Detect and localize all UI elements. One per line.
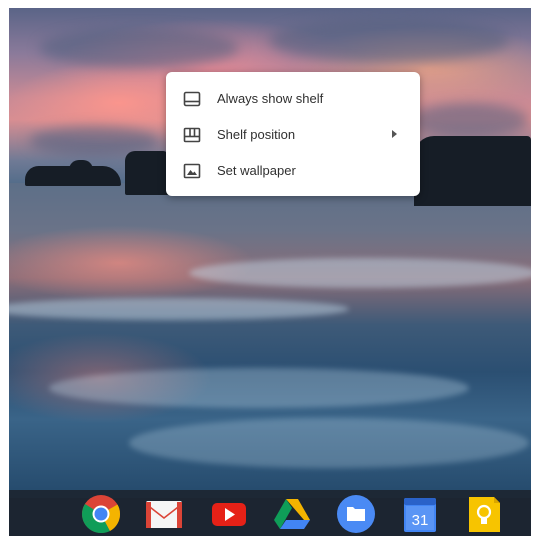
chrome-icon xyxy=(81,495,121,534)
wallpaper-rock xyxy=(414,136,531,206)
youtube-icon xyxy=(212,503,246,526)
wallpaper-wave xyxy=(49,368,469,408)
shelf-app-files[interactable] xyxy=(336,494,376,534)
keep-icon xyxy=(469,497,500,532)
wallpaper-icon xyxy=(183,163,201,179)
shelf-position-icon xyxy=(183,127,201,143)
shelf-app-youtube[interactable] xyxy=(209,494,249,534)
context-menu: Always show shelf Shelf position Set wal… xyxy=(166,72,420,196)
menu-item-shelf-position[interactable]: Shelf position xyxy=(166,117,420,153)
shelf-icon xyxy=(183,91,201,107)
wallpaper-cloud xyxy=(39,28,239,68)
shelf: 31 xyxy=(9,490,531,536)
drive-icon xyxy=(274,499,310,529)
wallpaper-wave xyxy=(129,418,529,468)
menu-item-label: Shelf position xyxy=(217,127,296,142)
shelf-app-calendar[interactable]: 31 xyxy=(400,494,440,534)
submenu-arrow-icon xyxy=(392,130,397,138)
menu-item-label: Always show shelf xyxy=(217,91,324,106)
shelf-app-chrome[interactable] xyxy=(81,494,121,534)
menu-item-always-show-shelf[interactable]: Always show shelf xyxy=(166,81,420,117)
gmail-icon xyxy=(146,501,182,528)
shelf-app-google-drive[interactable] xyxy=(272,494,312,534)
chromeos-desktop: Always show shelf Shelf position Set wal… xyxy=(9,8,531,536)
files-icon xyxy=(337,495,375,533)
menu-item-label: Set wallpaper xyxy=(217,163,296,178)
wallpaper-rock xyxy=(69,160,93,186)
wallpaper-cloud xyxy=(409,103,529,138)
wallpaper-rock xyxy=(125,151,169,195)
shelf-app-keep[interactable] xyxy=(464,494,504,534)
shelf-app-gmail[interactable] xyxy=(144,494,184,534)
wallpaper-cloud xyxy=(269,18,509,63)
calendar-icon: 31 xyxy=(404,498,436,532)
calendar-date-badge: 31 xyxy=(412,512,429,529)
menu-item-set-wallpaper[interactable]: Set wallpaper xyxy=(166,153,420,189)
wallpaper-wave xyxy=(189,258,531,288)
